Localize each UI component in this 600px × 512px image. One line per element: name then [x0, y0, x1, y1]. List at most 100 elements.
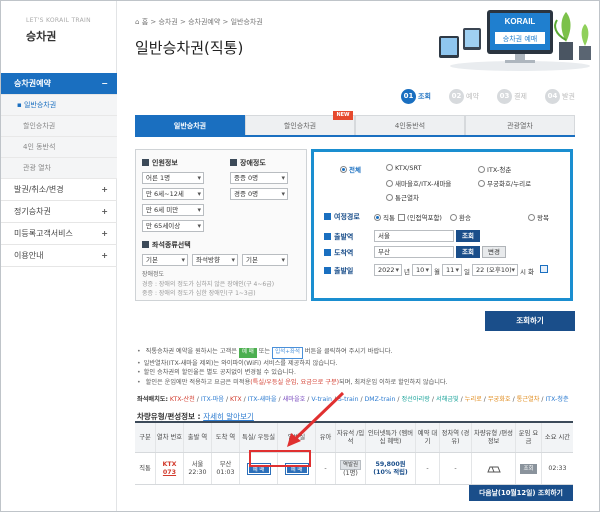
infant-select[interactable]: 만 6세 미만: [142, 204, 204, 216]
checkbox-icon: [398, 214, 405, 221]
tab-group4[interactable]: 4인동반석: [355, 115, 465, 135]
radio-checked-icon: [340, 166, 347, 173]
cell-train[interactable]: KTX 073: [155, 453, 183, 484]
departure-lookup-button[interactable]: 조회: [456, 230, 480, 242]
legend-link[interactable]: 통근열차: [517, 396, 540, 403]
swap-stations-button[interactable]: 변경: [482, 246, 506, 258]
col-header: 차량유형 /편성정보: [471, 423, 515, 452]
legend-link[interactable]: 무궁화호: [488, 396, 511, 403]
sidebar-subitem-general[interactable]: ▪ 일반승차권: [1, 95, 117, 116]
legend-link[interactable]: ITX-청춘: [545, 396, 568, 403]
seat-info-link[interactable]: 자세히 알아보기: [203, 412, 254, 421]
search-panel: 전체 KTX/SRT ITX-청춘 새마을호/ITX-새마을 무궁화호/누리로 …: [311, 149, 573, 301]
arrival-lookup-button[interactable]: 조회: [456, 246, 480, 258]
col-header: 도착 역: [211, 423, 239, 452]
legend-link[interactable]: 정선아리랑: [401, 396, 429, 403]
ticket-tabs: 일반승차권 할인승차권 NEW 4인동반석 관광열차: [135, 111, 575, 137]
sidebar-item-label: 발권/취소/변경: [14, 185, 64, 194]
trip-direct[interactable]: 직통: [374, 212, 395, 222]
legend-link[interactable]: 누리로: [465, 396, 482, 403]
cell-standing: 역발권 (1명): [335, 453, 365, 484]
disability-label: 장애정도: [230, 158, 266, 168]
radio-icon: [386, 194, 393, 201]
plus-icon: +: [101, 229, 108, 238]
legend-link[interactable]: KTX: [230, 396, 242, 403]
cell-departure: 서울 22:30: [183, 453, 211, 484]
radio-icon: [478, 166, 485, 173]
disability-note-title: 장애정도: [142, 271, 165, 278]
adult-select[interactable]: 어른 1명: [142, 172, 204, 184]
step-payment: 03 결제: [497, 89, 527, 105]
reserve-highlight-box: [249, 450, 311, 467]
col-header: 열차 번호: [155, 423, 183, 452]
plus-icon: +: [101, 207, 108, 216]
cell-price: 59,800원 (10% 적립): [365, 453, 415, 484]
departure-label: 출발역: [324, 232, 353, 242]
train-car-icon: [486, 466, 501, 472]
passenger-label: 인원정보: [142, 158, 178, 168]
train-type-all[interactable]: 전체: [340, 164, 361, 174]
train-type-itx-cheongchun[interactable]: ITX-청춘: [478, 164, 511, 174]
year-select[interactable]: 2022: [374, 264, 402, 276]
notice-line: 할인 승차권의 할인율은 별도 공지없이 변경될 수 있습니다.: [137, 368, 577, 378]
reserve-tag: 예 매: [238, 348, 257, 358]
col-header: 특실/ 우등실: [239, 423, 277, 452]
sidebar-subitem-group4[interactable]: 4인 동반석: [1, 137, 117, 158]
trip-roundtrip[interactable]: 왕복: [528, 212, 549, 222]
legend-link[interactable]: ITX-마음: [201, 396, 224, 403]
legend-link[interactable]: 서해금빛: [436, 396, 459, 403]
senior-select[interactable]: 만 65세이상: [142, 220, 204, 232]
train-type-ktx[interactable]: KTX/SRT: [386, 164, 422, 172]
sidebar-item-reservation[interactable]: 승차권예약 −: [1, 73, 117, 95]
train-type-commuter[interactable]: 통근열차: [386, 192, 419, 202]
sidebar-subitem-tour[interactable]: 관광 열차: [1, 158, 117, 179]
col-header: 인터넷특가 (멤버십 혜택): [365, 423, 415, 452]
col-header: 구분: [139, 433, 151, 441]
sidebar-item-guide[interactable]: 이용안내 +: [1, 245, 117, 267]
departure-input[interactable]: 서울: [374, 230, 454, 242]
station-ticket-button[interactable]: 역발권: [339, 459, 362, 470]
calendar-icon[interactable]: [540, 265, 548, 273]
legend-link[interactable]: KTX-산천: [170, 396, 195, 403]
severe-disability-select[interactable]: 중증 0명: [230, 172, 288, 184]
sidebar-item-guest-service[interactable]: 미등록고객서비스 +: [1, 223, 117, 245]
plus-icon: +: [101, 251, 108, 260]
query-button[interactable]: 조회하기: [485, 311, 575, 331]
fare-lookup-button[interactable]: 조회: [520, 463, 537, 474]
radio-checked-icon: [374, 214, 381, 221]
seat-type-select[interactable]: 기본: [142, 254, 188, 266]
hour-select[interactable]: 22 (오후10): [472, 264, 518, 276]
trip-transfer[interactable]: 환승: [450, 212, 471, 222]
trip-nearby[interactable]: (인접역포함): [398, 212, 442, 222]
main-content: ⌂ 홈 > 승차권 > 승차권예약 > 일반승차권 일반승차권(직통) KORA…: [117, 1, 599, 511]
date-label: 출발일: [324, 266, 353, 276]
notice-list: 직통승차권 예약을 원하시는 고객은 예 매 또는 입석+좌석 버튼을 클릭하여…: [137, 347, 577, 387]
options-panel: 인원정보 장애정도 어른 1명 만 6세~12세 만 6세 미만 만 65세이상…: [135, 149, 307, 301]
legend-link[interactable]: DMZ-train: [365, 396, 396, 403]
tab-tour[interactable]: 관광열차: [465, 115, 575, 135]
sidebar-item-season-ticket[interactable]: 정기승차권 +: [1, 201, 117, 223]
cell-train-info[interactable]: [471, 453, 515, 484]
sidebar-item-label: 이용안내: [14, 251, 44, 260]
train-type-mugunghwa[interactable]: 무궁화호/누리로: [478, 178, 531, 188]
mild-disability-select[interactable]: 경증 0명: [230, 188, 288, 200]
train-type-saemaeul[interactable]: 새마을호/ITX-새마을: [386, 178, 451, 188]
child-select[interactable]: 만 6세~12세: [142, 188, 204, 200]
radio-icon: [450, 214, 457, 221]
table-header-row: 구분 열차 번호 출발 역 도착 역 특실/ 우등실 일반실 유아 자유석 /입…: [135, 423, 573, 453]
seat-option-select[interactable]: 기본: [242, 254, 288, 266]
day-select[interactable]: 11: [442, 264, 462, 276]
page-title: 일반승차권(직통): [135, 39, 244, 57]
new-badge: NEW: [333, 111, 353, 120]
sidebar-brand-small: LET'S KORAIL TRAIN: [26, 17, 91, 24]
sidebar-subitem-discount[interactable]: 할인승차권: [1, 116, 117, 137]
seat-direction-select[interactable]: 좌석방향: [192, 254, 238, 266]
tab-general[interactable]: 일반승차권: [135, 115, 245, 135]
month-select[interactable]: 10: [412, 264, 432, 276]
sidebar-item-ticketing[interactable]: 발권/취소/변경 +: [1, 179, 117, 201]
step-issue: 04 발권: [545, 89, 575, 105]
next-day-button[interactable]: 다음날(10월12일) 조회하기: [469, 485, 573, 501]
legend-link[interactable]: ITX-새마을: [248, 396, 277, 403]
radio-icon: [528, 214, 535, 221]
arrival-input[interactable]: 부산: [374, 246, 454, 258]
